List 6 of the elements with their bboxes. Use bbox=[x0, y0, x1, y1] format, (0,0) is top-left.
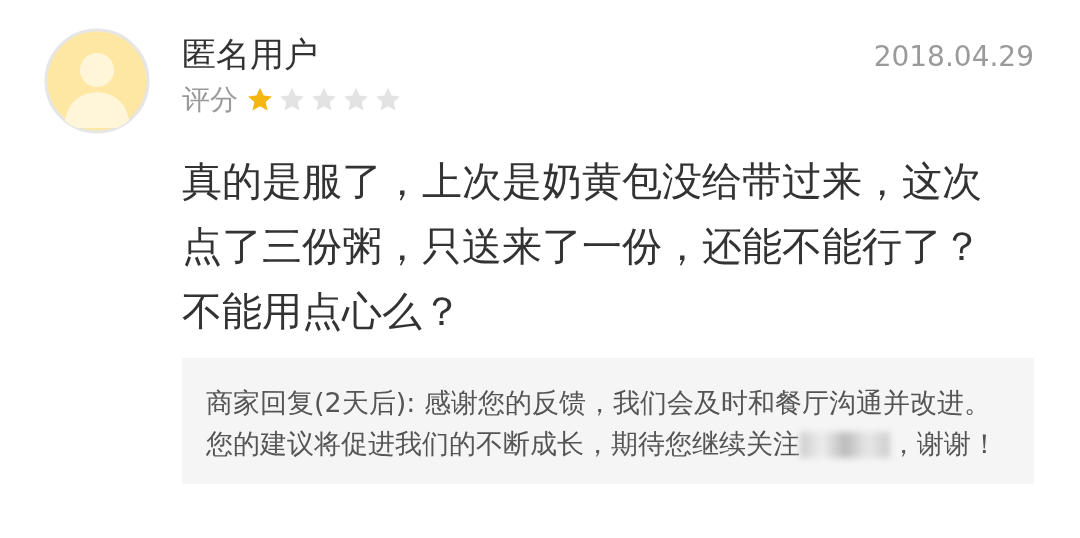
avatar-icon bbox=[44, 28, 150, 134]
review-date: 2018.04.29 bbox=[873, 39, 1034, 75]
rating-label: 评分 bbox=[182, 81, 238, 118]
merchant-reply: 商家回复(2天后): 感谢您的反馈，我们会及时和餐厅沟通并改进。您的建议将促进我们的不断成长，期待您继续关注 ，谢谢！ bbox=[182, 357, 1034, 484]
review-text: 真的是服了，上次是奶黄包没给带过来，这次点了三份粥，只送来了一份，还能不能行了？不能用点心么？ bbox=[182, 156, 983, 336]
user-name: 匿名用户 bbox=[182, 34, 319, 75]
